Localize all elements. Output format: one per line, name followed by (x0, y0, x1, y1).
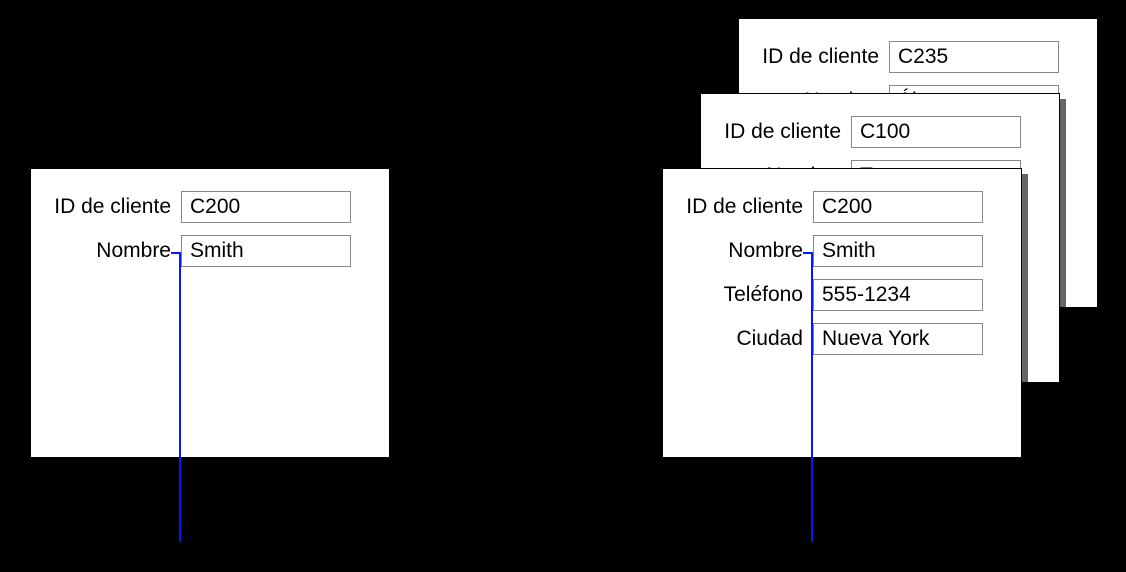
input-client-id[interactable]: C200 (813, 191, 983, 223)
field-row: ID de cliente C235 (759, 41, 1077, 73)
connector-line (811, 252, 813, 542)
field-row: Teléfono 555-1234 (683, 279, 1001, 311)
label-name: Nombre (51, 239, 181, 263)
input-client-id[interactable]: C200 (181, 191, 351, 223)
input-name[interactable]: Smith (181, 235, 351, 267)
field-row: ID de cliente C100 (721, 116, 1039, 148)
input-phone[interactable]: 555-1234 (813, 279, 983, 311)
input-city[interactable]: Nueva York (813, 323, 983, 355)
label-client-id: ID de cliente (721, 120, 851, 144)
field-row: Nombre Smith (683, 235, 1001, 267)
label-city: Ciudad (683, 327, 813, 351)
connector-line (179, 252, 181, 542)
label-phone: Teléfono (683, 283, 813, 307)
input-name[interactable]: Smith (813, 235, 983, 267)
field-row: Ciudad Nueva York (683, 323, 1001, 355)
field-row: Nombre Smith (51, 235, 369, 267)
label-client-id: ID de cliente (51, 195, 181, 219)
input-client-id[interactable]: C235 (889, 41, 1059, 73)
label-name: Nombre (683, 239, 813, 263)
record-card-front: ID de cliente C200 Nombre Smith Teléfono… (662, 168, 1022, 458)
field-row: ID de cliente C200 (683, 191, 1001, 223)
label-client-id: ID de cliente (759, 45, 889, 69)
layout-card-left: ID de cliente C200 Nombre Smith (30, 168, 390, 458)
field-row: ID de cliente C200 (51, 191, 369, 223)
label-client-id: ID de cliente (683, 195, 813, 219)
input-client-id[interactable]: C100 (851, 116, 1021, 148)
